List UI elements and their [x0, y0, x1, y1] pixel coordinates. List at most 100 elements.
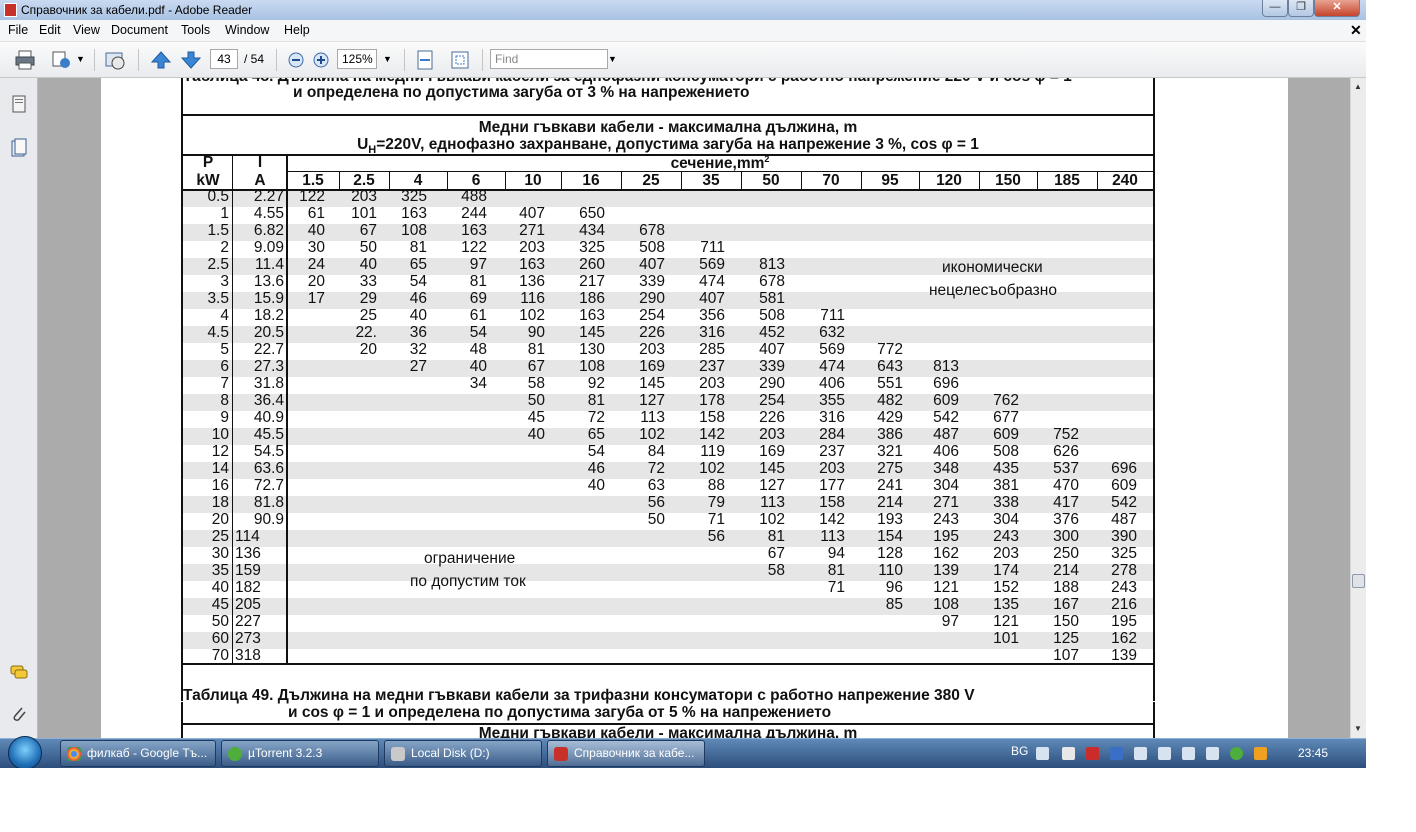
cell-current: 205 — [235, 596, 261, 613]
cell-length: 237 — [699, 358, 725, 375]
cell-length: 217 — [579, 273, 605, 290]
zoom-in-icon[interactable] — [310, 49, 332, 71]
cell-power: 60 — [211, 630, 229, 647]
menu-file[interactable]: File — [8, 23, 28, 37]
cell-current: 72.7 — [253, 477, 284, 494]
cell-power: 8 — [220, 392, 229, 409]
cell-length: 150 — [1053, 613, 1079, 630]
display-icon[interactable] — [1182, 747, 1195, 760]
zoom-level-input[interactable]: 125% — [337, 49, 377, 69]
cell-power: 4.5 — [207, 324, 229, 341]
print-icon[interactable] — [14, 49, 36, 71]
menu-document[interactable]: Document — [111, 23, 168, 37]
device-icon[interactable] — [1158, 747, 1171, 760]
cell-current: 81.8 — [253, 494, 284, 511]
title-bar: Справочник за кабели.pdf - Adobe Reader … — [0, 0, 1366, 20]
clock[interactable]: 23:45 — [1298, 746, 1328, 760]
section-header-cell: 25 — [642, 172, 660, 189]
task-adobe-reader[interactable]: Справочник за кабе... — [547, 740, 705, 767]
tray-app-icon[interactable] — [1110, 747, 1123, 760]
find-dropdown-icon[interactable]: ▼ — [608, 54, 617, 64]
close-document-icon[interactable]: ✕ — [1350, 22, 1362, 39]
scrollbar-thumb[interactable] — [1352, 574, 1365, 588]
cell-length: 417 — [1053, 494, 1079, 511]
volume-icon[interactable] — [1134, 747, 1147, 760]
zoom-dropdown-icon[interactable]: ▼ — [383, 54, 392, 64]
section-header-divider — [505, 172, 506, 189]
cell-length: 33 — [359, 273, 377, 290]
cell-length: 56 — [707, 528, 725, 545]
task-explorer[interactable]: Local Disk (D:) — [384, 740, 542, 767]
cell-current: 54.5 — [253, 443, 284, 460]
cell-power: 40 — [211, 579, 229, 596]
cell-length: 193 — [877, 511, 903, 528]
select-tool-icon[interactable] — [104, 49, 126, 71]
scroll-up-icon[interactable]: ▲ — [1354, 82, 1362, 91]
cell-current: 20.5 — [253, 324, 284, 341]
restore-button[interactable]: ❐ — [1288, 0, 1314, 17]
cell-length: 407 — [759, 341, 785, 358]
cell-power: 18 — [211, 494, 229, 511]
page-number-input[interactable]: 43 — [210, 49, 238, 69]
cell-length: 290 — [759, 375, 785, 392]
cell-length: 178 — [699, 392, 725, 409]
close-window-button[interactable]: ✕ — [1314, 0, 1360, 17]
share-dropdown-icon[interactable]: ▼ — [76, 54, 85, 64]
utorrent-tray-icon[interactable] — [1230, 747, 1243, 760]
cell-length: 122 — [461, 239, 487, 256]
scroll-down-icon[interactable]: ▼ — [1354, 724, 1362, 733]
cell-length: 65 — [409, 256, 427, 273]
start-button[interactable] — [8, 736, 42, 768]
document-view[interactable]: Таблица 48. Дължина на медни гъвкави каб… — [38, 78, 1350, 738]
cell-length: 110 — [878, 562, 903, 579]
tray-app-icon[interactable] — [1062, 747, 1075, 760]
task-utorrent[interactable]: µTorrent 3.2.3 — [221, 740, 379, 767]
cell-length: 94 — [827, 545, 845, 562]
section-header-cell: 50 — [762, 172, 780, 189]
cell-power: 14 — [211, 460, 229, 477]
next-page-icon[interactable] — [180, 49, 202, 71]
menu-edit[interactable]: Edit — [39, 23, 61, 37]
menu-tools[interactable]: Tools — [181, 23, 210, 37]
section-header-cell: 10 — [524, 172, 542, 189]
cell-current: 22.7 — [253, 341, 284, 358]
menu-help[interactable]: Help — [284, 23, 310, 37]
menu-view[interactable]: View — [73, 23, 100, 37]
cell-length: 24 — [307, 256, 325, 273]
share-icon[interactable] — [50, 49, 72, 71]
cell-length: 772 — [877, 341, 903, 358]
tray-app-icon[interactable] — [1086, 747, 1099, 760]
menu-bar: File Edit View Document Tools Window Hel… — [0, 20, 1366, 42]
task-chrome[interactable]: филкаб - Google Тъ... — [60, 740, 216, 767]
keyboard-icon[interactable] — [1036, 747, 1049, 760]
cell-length: 300 — [1053, 528, 1079, 545]
language-indicator[interactable]: BG — [1011, 744, 1028, 758]
network-signal-icon[interactable] — [1206, 747, 1219, 760]
cell-length: 72 — [647, 460, 665, 477]
find-input[interactable]: Find — [490, 49, 608, 69]
cell-length: 203 — [819, 460, 845, 477]
fit-page-icon[interactable] — [449, 49, 471, 71]
minimize-button[interactable]: — — [1262, 0, 1288, 17]
attachments-panel-icon[interactable] — [10, 138, 28, 158]
comments-icon[interactable] — [10, 662, 28, 682]
cell-current: 90.9 — [253, 511, 284, 528]
menu-window[interactable]: Window — [225, 23, 269, 37]
cell-current: 36.4 — [253, 392, 284, 409]
tray-app-icon[interactable] — [1254, 747, 1267, 760]
cell-length: 169 — [759, 443, 785, 460]
pages-panel-icon[interactable] — [10, 94, 28, 114]
cell-current: 273 — [235, 630, 261, 647]
cell-length: 243 — [933, 511, 959, 528]
cell-length: 581 — [759, 290, 785, 307]
previous-page-icon[interactable] — [150, 49, 172, 71]
vertical-scrollbar[interactable]: ▲ ▼ — [1350, 78, 1366, 738]
cell-length: 85 — [885, 596, 903, 613]
page-total: / 54 — [244, 52, 265, 66]
zoom-out-icon[interactable] — [285, 49, 307, 71]
cell-length: 435 — [993, 460, 1019, 477]
attachment-paperclip-icon[interactable] — [10, 704, 28, 724]
cell-length: 101 — [993, 630, 1019, 647]
fit-width-icon[interactable] — [414, 49, 436, 71]
cell-length: 696 — [933, 375, 959, 392]
